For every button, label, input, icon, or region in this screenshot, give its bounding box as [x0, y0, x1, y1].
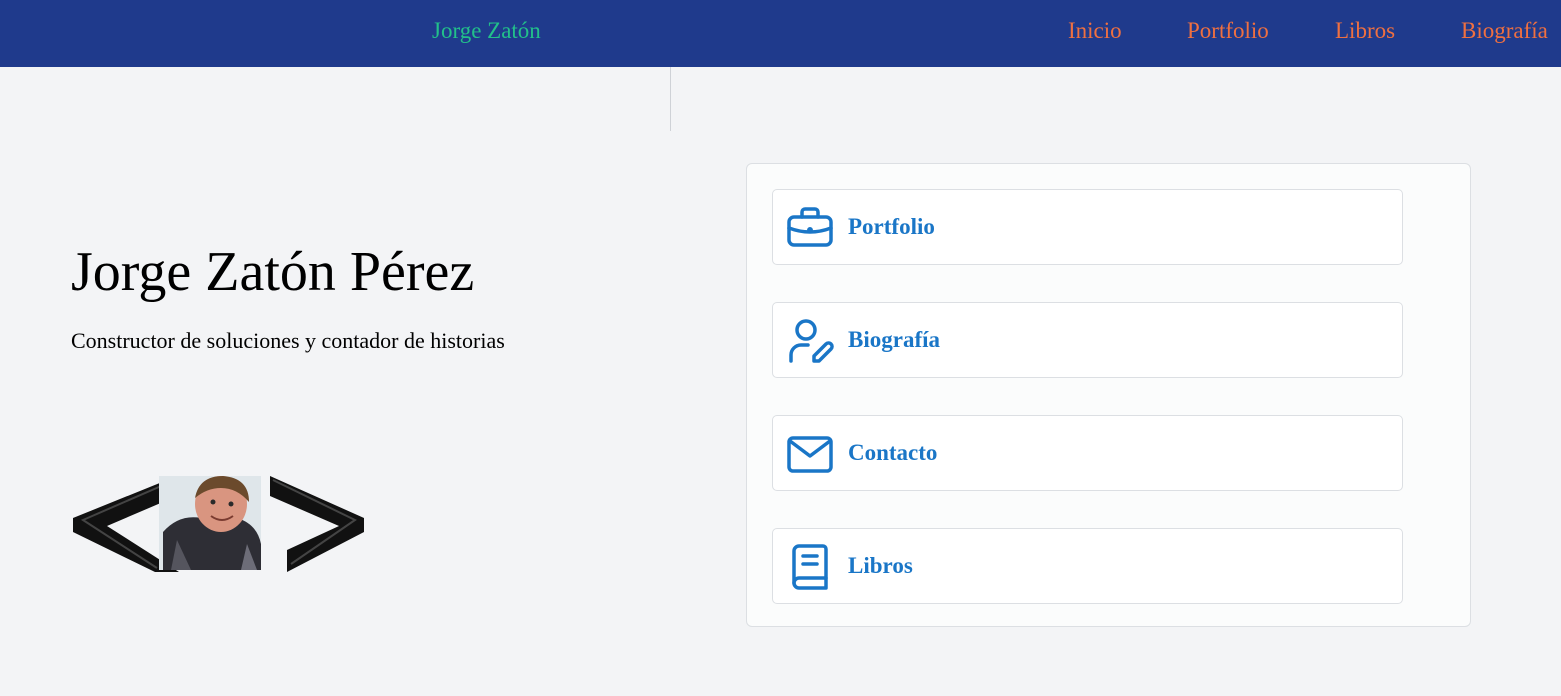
code-brackets-portrait-logo	[73, 476, 364, 572]
link-card-biografia[interactable]: Biografía	[772, 302, 1403, 378]
page-subtitle: Constructor de soluciones y contador de …	[71, 328, 505, 353]
link-card-portfolio[interactable]: Portfolio	[772, 189, 1403, 265]
link-card-label: Libros	[848, 553, 913, 578]
nav-link-inicio[interactable]: Inicio	[1068, 16, 1122, 46]
link-card-label: Contacto	[848, 440, 938, 465]
book-icon	[792, 544, 828, 590]
link-card-libros[interactable]: Libros	[772, 528, 1403, 604]
nav-link-libros[interactable]: Libros	[1335, 16, 1395, 46]
link-card-label: Biografía	[848, 327, 940, 352]
top-navbar: Jorge Zatón Inicio Portfolio Libros Biog…	[0, 0, 1561, 67]
nav-link-biografia[interactable]: Biografía	[1461, 16, 1548, 46]
briefcase-icon	[787, 207, 833, 247]
user-edit-icon	[789, 319, 834, 363]
mail-icon	[787, 436, 833, 473]
avatar	[159, 476, 261, 570]
link-card-label: Portfolio	[848, 214, 935, 239]
brand-link[interactable]: Jorge Zatón	[432, 16, 541, 46]
vertical-divider	[670, 67, 671, 131]
page-title: Jorge Zatón Pérez	[71, 241, 475, 303]
link-card-contacto[interactable]: Contacto	[772, 415, 1403, 491]
nav-link-portfolio[interactable]: Portfolio	[1187, 16, 1269, 46]
